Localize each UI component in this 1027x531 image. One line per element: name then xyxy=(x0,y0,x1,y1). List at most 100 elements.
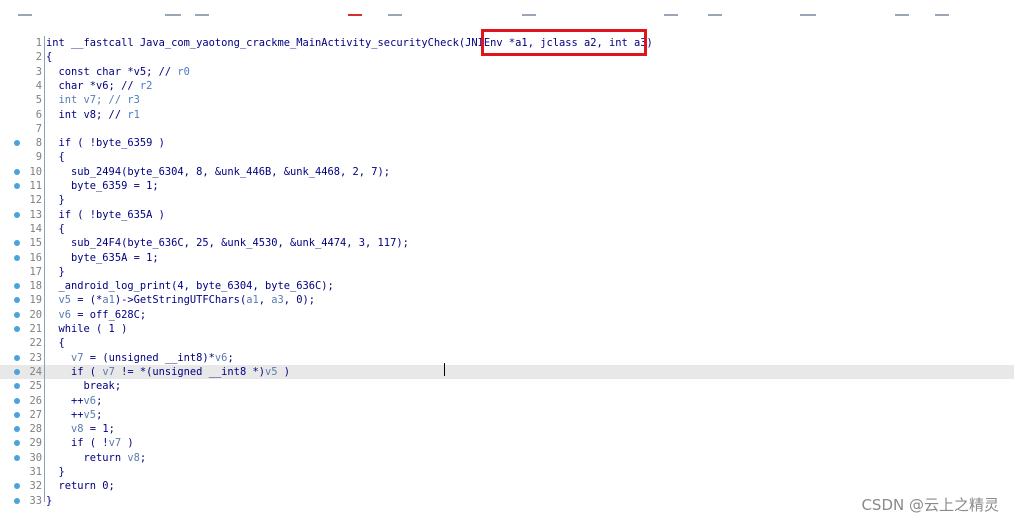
code-token: byte_6359 = 1; xyxy=(46,180,159,192)
line-number: 30 xyxy=(29,451,42,464)
code-line[interactable]: 13 if ( !byte_635A ) xyxy=(0,208,1014,222)
code-token: ; xyxy=(139,451,147,464)
pseudocode-editor[interactable]: 1 int __fastcall Java_com_yaotong_crackme… xyxy=(0,36,1027,531)
code-line[interactable]: 25 break; xyxy=(0,379,1014,393)
variable-token: a3 xyxy=(271,294,284,307)
line-number: 18 xyxy=(29,280,42,293)
code-text[interactable]: const char *v5; // r0 xyxy=(46,65,190,79)
code-text[interactable]: int v7; // r3 xyxy=(46,93,140,107)
line-number: 26 xyxy=(29,394,42,407)
toolbar-icon-red[interactable] xyxy=(348,14,362,22)
code-text[interactable]: sub_2494(byte_6304, 8, &unk_446B, &unk_4… xyxy=(46,165,390,179)
code-text[interactable]: int v8; // r1 xyxy=(46,108,140,122)
toolbar-icon[interactable] xyxy=(895,14,909,22)
line-number: 15 xyxy=(29,237,42,250)
code-line[interactable]: 31 } xyxy=(0,465,1014,479)
code-text[interactable]: { xyxy=(46,150,65,164)
code-line[interactable]: 10 sub_2494(byte_6304, 8, &unk_446B, &un… xyxy=(0,165,1014,179)
code-text[interactable]: _android_log_print(4, byte_6304, byte_63… xyxy=(46,279,334,293)
code-line[interactable]: 23 v7 = (unsigned __int8)*v6; xyxy=(0,351,1014,365)
code-token: , 0); xyxy=(283,294,316,307)
code-token: = 1; xyxy=(83,423,115,436)
code-token: , xyxy=(258,294,272,307)
code-text[interactable]: break; xyxy=(46,379,122,393)
code-line[interactable]: 18 _android_log_print(4, byte_6304, byte… xyxy=(0,279,1014,293)
toolbar-icon[interactable] xyxy=(18,14,32,22)
code-text[interactable]: } xyxy=(46,465,65,479)
code-token: while ( 1 ) xyxy=(46,323,128,335)
code-line[interactable]: 19 v5 = (*a1)->GetStringUTFChars(a1, a3,… xyxy=(0,293,1014,307)
toolbar-icon[interactable] xyxy=(522,14,536,22)
code-text[interactable]: if ( v7 != *(unsigned __int8 *)v5 ) xyxy=(46,365,290,379)
code-text[interactable]: } xyxy=(46,494,52,508)
toolbar-icon[interactable] xyxy=(708,14,722,22)
toolbar-icon[interactable] xyxy=(165,14,181,22)
code-text[interactable]: byte_6359 = 1; xyxy=(46,179,159,193)
code-token: } xyxy=(46,466,65,478)
code-line[interactable]: 14 { xyxy=(0,222,1014,236)
line-number: 28 xyxy=(29,423,42,436)
code-line[interactable]: 3 const char *v5; // r0 xyxy=(0,65,1014,79)
code-text[interactable]: } xyxy=(46,193,65,207)
code-line[interactable]: 9 { xyxy=(0,150,1014,164)
code-line[interactable]: 15 sub_24F4(byte_636C, 25, &unk_4530, &u… xyxy=(0,236,1014,250)
code-token: ; xyxy=(96,394,103,407)
code-text[interactable]: v6 = off_628C; xyxy=(46,308,147,322)
line-number: 31 xyxy=(29,466,42,478)
code-token: sub_24F4(byte_636C, 25, &unk_4530, &unk_… xyxy=(46,237,409,250)
code-text[interactable]: if ( !byte_6359 ) xyxy=(46,136,165,150)
line-number: 16 xyxy=(29,251,42,264)
code-line[interactable]: 7 xyxy=(0,122,1014,136)
code-line[interactable]: 16 byte_635A = 1; xyxy=(0,251,1014,265)
code-line[interactable]: 28 v8 = 1; xyxy=(0,422,1014,436)
line-number: 5 xyxy=(35,94,42,107)
variable-token: v8 xyxy=(127,451,140,464)
variable-token: int v7; // xyxy=(46,94,128,107)
code-token: { xyxy=(46,151,65,164)
code-text[interactable]: ++v6; xyxy=(46,394,102,408)
code-text[interactable]: } xyxy=(46,265,65,279)
code-text[interactable]: { xyxy=(46,222,65,236)
code-line[interactable]: 26 ++v6; xyxy=(0,394,1014,408)
code-text[interactable]: return v8; xyxy=(46,451,147,465)
variable-token: v7 xyxy=(71,351,84,364)
code-line[interactable]: 6 int v8; // r1 xyxy=(0,108,1014,122)
toolbar-icon[interactable] xyxy=(664,14,678,22)
code-text[interactable]: { xyxy=(46,336,65,350)
code-line[interactable]: 27 ++v5; xyxy=(0,408,1014,422)
code-line[interactable]: 8 if ( !byte_6359 ) xyxy=(0,136,1014,150)
code-token: return xyxy=(46,451,128,464)
code-text[interactable]: ++v5; xyxy=(46,408,102,422)
code-text[interactable]: return 0; xyxy=(46,479,115,493)
code-line[interactable]: 22 { xyxy=(0,336,1014,350)
code-line[interactable]: 30 return v8; xyxy=(0,451,1014,465)
toolbar-icon[interactable] xyxy=(800,14,816,22)
toolbar-icon[interactable] xyxy=(935,14,949,22)
code-line[interactable]: 4 char *v6; // r2 xyxy=(0,79,1014,93)
code-line[interactable]: 32 return 0; xyxy=(0,479,1014,493)
code-line[interactable]: 12 } xyxy=(0,193,1014,207)
variable-token: v8 xyxy=(71,423,84,436)
toolbar-icon[interactable] xyxy=(388,14,402,22)
code-text[interactable]: if ( !v7 ) xyxy=(46,436,134,450)
code-text[interactable]: if ( !byte_635A ) xyxy=(46,208,165,222)
code-line[interactable]: 21 while ( 1 ) xyxy=(0,322,1014,336)
code-text[interactable]: while ( 1 ) xyxy=(46,322,128,336)
code-line[interactable]: 24 if ( v7 != *(unsigned __int8 *)v5 ) xyxy=(0,364,1014,380)
code-text[interactable]: v7 = (unsigned __int8)*v6; xyxy=(46,351,234,365)
code-text[interactable]: sub_24F4(byte_636C, 25, &unk_4530, &unk_… xyxy=(46,236,409,250)
code-line[interactable]: 20 v6 = off_628C; xyxy=(0,308,1014,322)
code-line[interactable]: 17 } xyxy=(0,265,1014,279)
line-number: 12 xyxy=(29,194,42,207)
code-text[interactable]: v8 = 1; xyxy=(46,422,115,436)
code-text[interactable]: v5 = (*a1)->GetStringUTFChars(a1, a3, 0)… xyxy=(46,293,316,307)
code-line[interactable]: 29 if ( !v7 ) xyxy=(0,436,1014,450)
code-text[interactable]: char *v6; // r2 xyxy=(46,79,153,93)
code-line[interactable]: 5 int v7; // r3 xyxy=(0,93,1014,107)
toolbar-icon[interactable] xyxy=(195,14,209,22)
code-text[interactable]: byte_635A = 1; xyxy=(46,251,159,265)
code-token: break; xyxy=(46,380,122,393)
code-text[interactable]: { xyxy=(46,50,52,64)
code-line[interactable]: 11 byte_6359 = 1; xyxy=(0,179,1014,193)
